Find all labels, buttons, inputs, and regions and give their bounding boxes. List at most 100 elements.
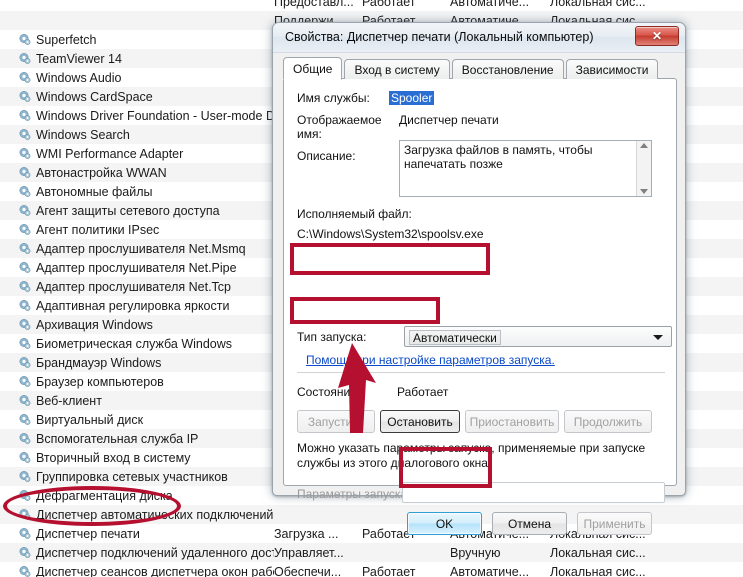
service-gear-icon (18, 299, 32, 312)
service-name-cell: Superfetch (36, 32, 97, 47)
service-name-cell: Автонастройка WWAN (36, 165, 167, 180)
startup-type-label: Тип запуска: (297, 330, 367, 344)
service-properties-dialog: Свойства: Диспетчер печати (Локальный ко… (272, 22, 686, 535)
service-gear-icon (18, 261, 32, 274)
table-row[interactable]: Предоставл... Работает Автоматиче... Локаль… (0, 0, 743, 11)
service-name-cell: Windows Search (36, 127, 130, 142)
service-name-cell: Биометрическая служба Windows (36, 336, 233, 351)
status-label: Состояние: (297, 385, 361, 399)
service-gear-icon (18, 33, 32, 46)
table-row[interactable]: Диспетчер подключений удаленного доступа… (0, 543, 743, 562)
service-gear-icon (18, 90, 32, 103)
table-row[interactable]: Диспетчер сеансов диспетчера окон рабоче… (0, 562, 743, 577)
service-name-cell: Адаптер прослушивателя Net.Pipe (36, 260, 237, 275)
service-action-3: Продолжить (564, 410, 652, 433)
start-params-label: Параметры запуска: (297, 487, 411, 501)
service-gear-icon (18, 128, 32, 141)
description-label: Описание: (297, 149, 356, 163)
service-gear-icon (18, 470, 32, 483)
startup-help-link[interactable]: Помощь при настройке параметров запуска. (306, 353, 555, 367)
service-name-cell: TeamViewer 14 (36, 51, 122, 66)
service-gear-icon (18, 14, 32, 27)
service-name-cell: Вспомогательная служба IP (36, 431, 199, 446)
ok-button[interactable]: OK (407, 512, 482, 535)
service-description-cell: Обеспечи... (274, 564, 342, 577)
service-name-cell: Диспетчер автоматических подключений (36, 507, 274, 522)
service-name-value[interactable]: Spooler (389, 91, 435, 105)
service-gear-icon (18, 489, 32, 502)
service-name-cell: Группировка сетевых участников (36, 469, 228, 484)
description-value: Загрузка файлов в память, чтобы напечата… (404, 143, 593, 171)
scroll-up-icon[interactable] (640, 143, 648, 148)
service-action-1[interactable]: Остановить (380, 410, 460, 433)
description-textarea[interactable]: Загрузка файлов в память, чтобы напечата… (399, 140, 652, 197)
service-name-cell: Диспетчер печати (36, 526, 140, 541)
service-gear-icon (18, 147, 32, 160)
service-gear-icon (18, 432, 32, 445)
executable-value: C:\Windows\System32\spoolsv.exe (297, 227, 484, 241)
service-name-cell: Виртуальный диск (36, 412, 144, 427)
service-gear-icon (18, 375, 32, 388)
apply-button[interactable]: Применить (577, 512, 652, 535)
display-name-value[interactable]: Диспетчер печати (399, 113, 499, 127)
service-gear-icon (18, 185, 32, 198)
tab-2[interactable]: Восстановление (451, 59, 564, 79)
service-gear-icon (18, 337, 32, 350)
service-name-cell: Диспетчер сеансов диспетчера окон рабоче… (36, 564, 274, 577)
close-icon[interactable]: ✕ (635, 26, 679, 46)
service-gear-icon (18, 318, 32, 331)
service-gear-icon (18, 52, 32, 65)
service-name-label: Имя службы: (297, 91, 370, 105)
service-name-cell: Диспетчер подключений удаленного доступа (36, 545, 274, 560)
service-name-cell: Агент политики IPsec (36, 222, 160, 237)
display-name-label: Отображаемое имя: (297, 113, 382, 141)
scroll-down-icon[interactable] (640, 189, 648, 194)
service-gear-icon (18, 356, 32, 369)
service-name-cell: Дефрагментация диска (36, 488, 173, 503)
service-logon-cell: Локальная сис... (550, 0, 646, 9)
start-params-input[interactable] (402, 482, 665, 503)
dialog-titlebar[interactable]: Свойства: Диспетчер печати (Локальный ко… (273, 23, 685, 53)
tab-panel-general: Имя службы: Spooler Отображаемое имя: Ди… (283, 78, 677, 503)
cancel-button[interactable]: Отмена (492, 512, 567, 535)
service-gear-icon (18, 280, 32, 293)
service-action-0: Запустить (297, 410, 375, 433)
chevron-down-icon[interactable] (653, 335, 663, 340)
service-logon-cell: Локальная сис... (550, 564, 646, 577)
service-gear-icon (18, 451, 32, 464)
screenshot-root: Предоставл... Работает Автоматиче... Локаль… (0, 0, 743, 577)
tab-0[interactable]: Общие (283, 57, 343, 80)
dialog-body: Общие Вход в систему Восстановление Зависим… (273, 53, 685, 535)
service-gear-icon (18, 527, 32, 540)
executable-label: Исполняемый файл: (297, 207, 412, 221)
dialog-title: Свойства: Диспетчер печати (Локальный ко… (285, 30, 594, 44)
service-description-cell: Предоставл... (274, 0, 354, 9)
startup-type-value: Автоматически (409, 330, 501, 345)
service-name-cell: Веб-клиент (36, 393, 102, 408)
service-startup-cell: Автоматиче... (450, 0, 530, 9)
service-gear-icon (18, 394, 32, 407)
description-scrollbar[interactable] (636, 141, 651, 196)
tab-3[interactable]: Зависимости (565, 59, 659, 79)
service-description-cell: Загрузка ... (274, 526, 339, 541)
service-gear-icon (18, 223, 32, 236)
service-gear-icon (18, 204, 32, 217)
service-name-cell: Архивация Windows (36, 317, 153, 332)
service-action-2: Приостановить (465, 410, 559, 433)
divider (297, 372, 665, 373)
service-name-cell: WMI Performance Adapter (36, 146, 184, 161)
service-name-cell: Windows CardSpace (36, 89, 153, 104)
service-startup-cell: Автоматиче... (450, 564, 530, 577)
service-description-cell: Управляет... (274, 545, 344, 560)
service-gear-icon (18, 242, 32, 255)
service-state-cell: Работает (362, 0, 416, 9)
service-startup-cell: Вручную (450, 545, 501, 560)
service-gear-icon (18, 508, 32, 521)
service-name-cell: Агент защиты сетевого доступа (36, 203, 220, 218)
tab-1[interactable]: Вход в систему (344, 59, 450, 79)
service-logon-cell: Локальная сис... (550, 545, 646, 560)
startup-type-select[interactable]: Автоматически (404, 326, 672, 347)
service-name-cell: Автономные файлы (36, 184, 153, 199)
service-name-cell: Вторичный вход в систему (36, 450, 191, 465)
service-name-cell: Windows Driver Foundation - User-mode D (36, 108, 274, 123)
